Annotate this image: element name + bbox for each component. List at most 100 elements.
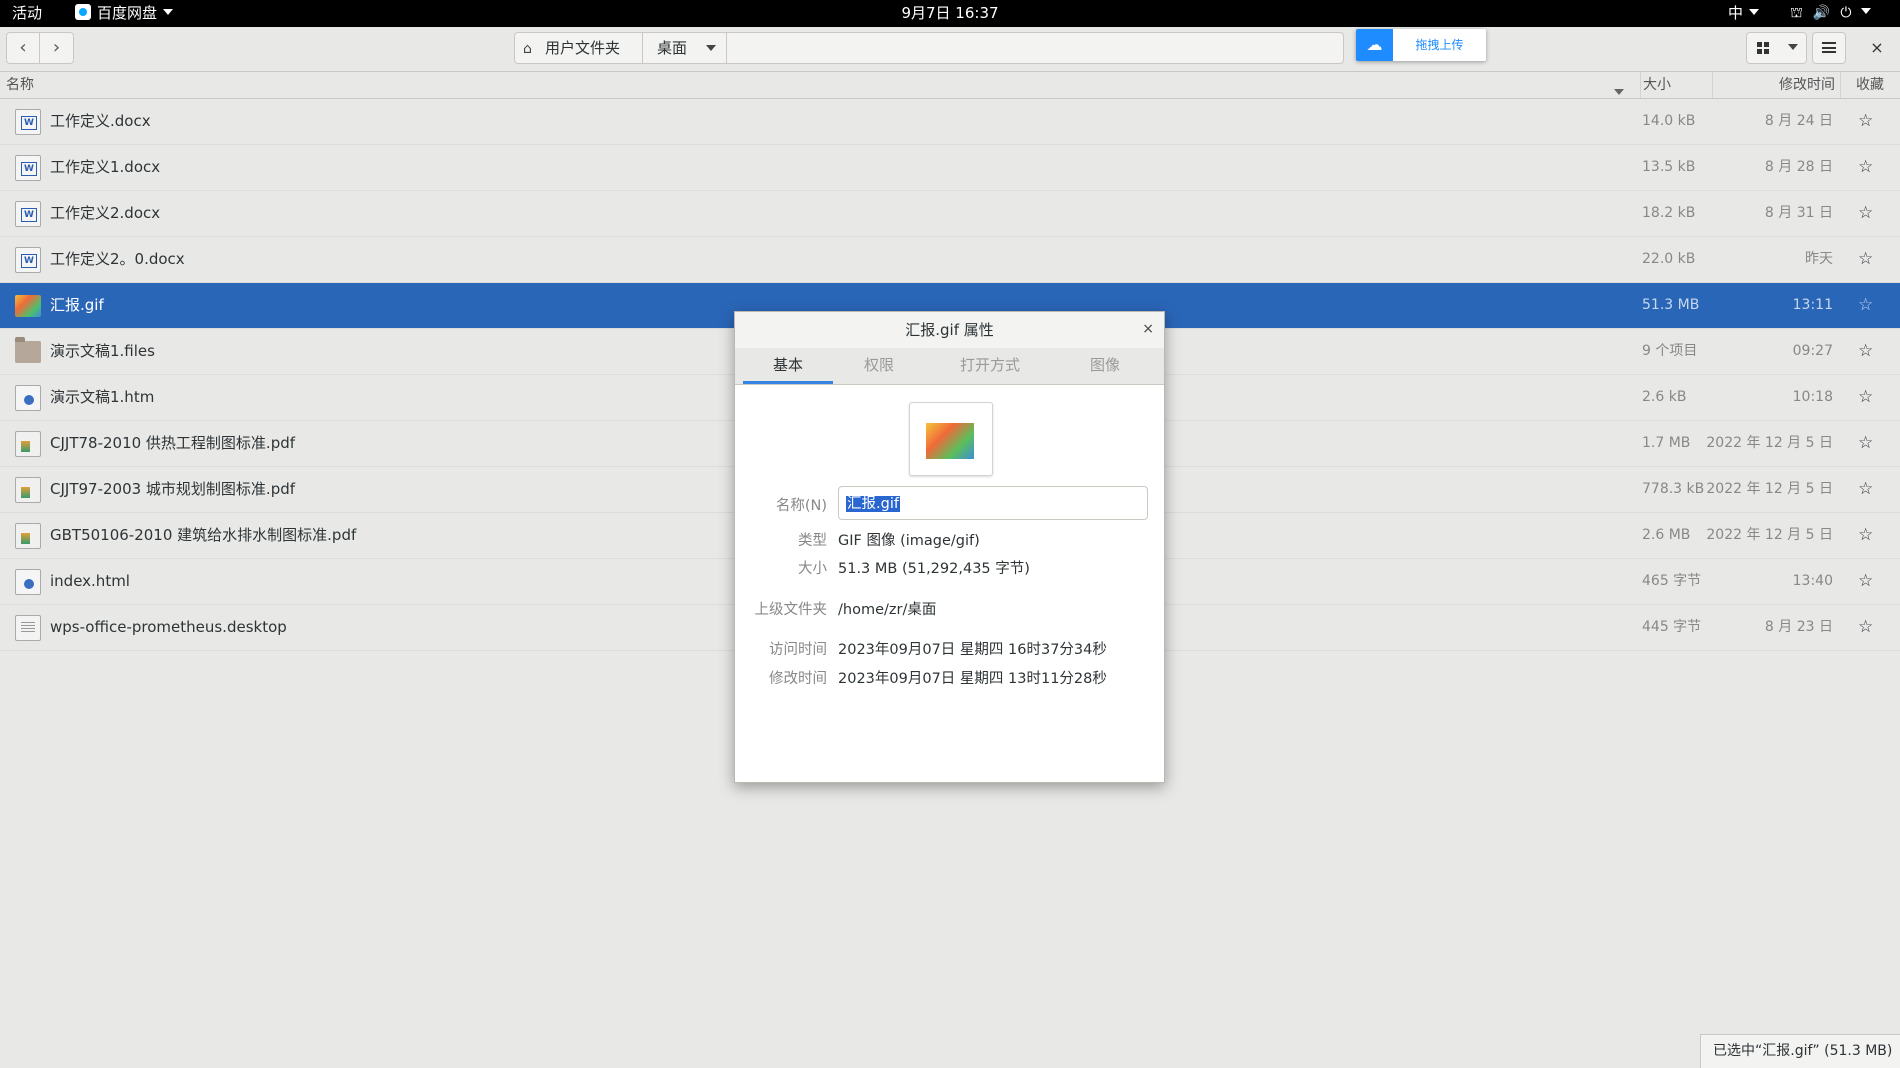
name-input[interactable]: 汇报.gif [838,486,1148,520]
file-size: 9 个项目 [1642,343,1698,359]
breadcrumb-home[interactable]: ⌂ 用户文件夹 [515,33,643,63]
file-size: 2.6 MB [1642,527,1691,543]
main-menu-button[interactable] [1812,32,1846,64]
file-row[interactable]: 工作定义2。0.docx 22.0 kB 昨天 ☆ [0,237,1900,283]
type-value: GIF 图像 (image/gif) [838,533,980,549]
chevron-down-icon [1749,9,1760,15]
star-icon[interactable]: ☆ [1858,513,1873,558]
system-menu[interactable]: ⛫ 🔊 ⏻ [1790,0,1881,27]
file-name: 工作定义2.docx [50,204,161,222]
pdf-file-icon [15,477,41,503]
power-icon: ⏻ [1840,5,1852,21]
word-document-icon [15,109,41,135]
file-modified: 2022 年 12 月 5 日 [1706,435,1833,451]
app-menu[interactable]: 百度网盘 [75,0,174,27]
file-size: 465 字节 [1642,573,1702,589]
modified-label: 修改时间 [769,671,827,687]
star-icon[interactable]: ☆ [1858,145,1873,190]
pdf-file-icon [15,523,41,549]
size-value: 51.3 MB (51,292,435 字节) [838,561,1030,577]
column-header: 名称 大小 修改时间 收藏 [0,72,1900,99]
modified-value: 2023年09月07日 星期四 13时11分28秒 [838,671,1107,687]
star-icon[interactable]: ☆ [1858,191,1873,236]
back-button[interactable]: ‹ [6,32,40,64]
star-icon[interactable]: ☆ [1858,467,1873,512]
file-modified: 昨天 [1805,251,1833,267]
selection-status: 已选中“汇报.gif” (51.3 MB) [1700,1034,1900,1068]
view-options-button[interactable] [1779,32,1807,64]
size-label: 大小 [798,561,827,577]
image-preview-icon [926,423,974,459]
word-document-icon [15,247,41,273]
upload-label: 拖拽上传 [1415,38,1464,52]
column-modified-label: 修改时间 [1779,77,1835,93]
volume-icon: 🔊 [1812,5,1831,21]
tab-permissions[interactable]: 权限 [833,348,925,384]
forward-button[interactable]: › [40,32,74,64]
path-bar: ⌂ 用户文件夹 桌面 [514,32,1344,64]
star-icon[interactable]: ☆ [1858,329,1873,374]
network-icon: ⛫ [1790,5,1803,21]
input-method-indicator[interactable]: 中 [1728,0,1760,27]
drag-upload-widget[interactable]: ☁ 拖拽上传 [1356,29,1486,61]
name-input-value: 汇报.gif [846,496,900,512]
parent-folder-value: /home/zr/桌面 [838,602,937,618]
star-icon[interactable]: ☆ [1858,559,1873,604]
chevron-down-icon [706,45,716,51]
parent-folder-label: 上级文件夹 [754,602,828,618]
column-starred[interactable]: 收藏 [1840,72,1899,98]
clock[interactable]: 9月7日 16:37 [901,4,998,22]
column-name[interactable]: 名称 [6,72,34,98]
star-icon[interactable]: ☆ [1858,283,1873,328]
cloud-upload-icon: ☁ [1356,29,1393,61]
image-file-icon [15,295,41,317]
word-document-icon [15,201,41,227]
file-modified: 8 月 28 日 [1764,159,1833,175]
properties-dialog: 汇报.gif 属性 × 基本 权限 打开方式 图像 名称(N) 汇报.gif 类… [734,311,1165,783]
tab-open-with[interactable]: 打开方式 [925,348,1055,384]
file-size: 13.5 kB [1642,159,1696,175]
file-name: 汇报.gif [50,296,104,314]
close-window-button[interactable]: × [1862,32,1892,64]
dialog-title: 汇报.gif 属性 [735,312,1164,348]
star-icon[interactable]: ☆ [1858,375,1873,420]
star-icon[interactable]: ☆ [1858,605,1873,650]
file-modified: 10:18 [1792,389,1833,405]
top-bar: 活动 百度网盘 9月7日 16:37 中 ⛫ 🔊 ⏻ [0,0,1900,27]
chevron-down-icon [1861,8,1872,14]
activities-button[interactable]: 活动 [12,0,42,27]
breadcrumb-current-label: 桌面 [657,39,688,57]
file-size: 22.0 kB [1642,251,1696,267]
column-modified[interactable]: 修改时间 [1712,72,1837,98]
file-name: GBT50106-2010 建筑给水排水制图标准.pdf [50,526,357,544]
file-row[interactable]: 工作定义2.docx 18.2 kB 8 月 31 日 ☆ [0,191,1900,237]
tab-basic[interactable]: 基本 [743,348,833,384]
clock-container: 9月7日 16:37 [0,0,1900,27]
tab-image[interactable]: 图像 [1055,348,1155,384]
file-name: 演示文稿1.files [50,342,155,360]
breadcrumb-current[interactable]: 桌面 [643,33,727,63]
folder-icon [15,337,41,363]
file-modified: 13:11 [1792,297,1833,313]
grid-view-button[interactable] [1746,32,1780,64]
file-modified: 8 月 24 日 [1764,113,1833,129]
file-name: CJJT97-2003 城市规划制图标准.pdf [50,480,296,498]
star-icon[interactable]: ☆ [1858,99,1873,144]
file-modified: 8 月 31 日 [1764,205,1833,221]
file-modified: 8 月 23 日 [1764,619,1833,635]
type-label: 类型 [798,533,827,549]
star-icon[interactable]: ☆ [1858,237,1873,282]
hamburger-menu-icon [1822,42,1836,53]
file-row[interactable]: 工作定义1.docx 13.5 kB 8 月 28 日 ☆ [0,145,1900,191]
file-name: 工作定义.docx [50,112,151,130]
file-size: 445 字节 [1642,619,1702,635]
text-file-icon [15,615,41,641]
star-icon[interactable]: ☆ [1858,421,1873,466]
file-row[interactable]: 工作定义.docx 14.0 kB 8 月 24 日 ☆ [0,99,1900,145]
dialog-close-button[interactable]: × [1142,312,1154,348]
header-bar: ‹ › ⌂ 用户文件夹 桌面 ☁ 拖拽上传 × [0,27,1900,72]
word-document-icon [15,155,41,181]
dialog-tabs: 基本 权限 打开方式 图像 [735,348,1164,385]
input-method-label: 中 [1728,4,1744,22]
column-size[interactable]: 大小 [1640,72,1713,98]
